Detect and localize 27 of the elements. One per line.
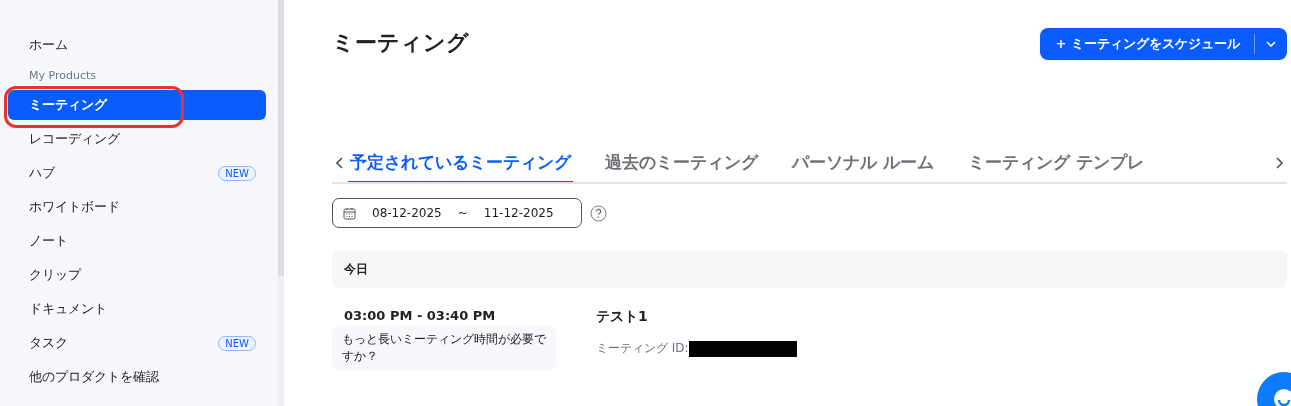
sidebar-item[interactable]: ホーム xyxy=(8,30,266,60)
meeting-time: 03:00 PM - 03:40 PM xyxy=(343,308,497,323)
meeting-title[interactable]: テスト1 xyxy=(596,308,797,326)
new-badge: NEW xyxy=(218,335,256,351)
tab[interactable]: 過去のミーティング xyxy=(603,144,760,182)
calendar-icon xyxy=(343,206,356,220)
tab[interactable]: 予定されているミーティング xyxy=(348,144,573,182)
schedule-button[interactable]: + ミーティングをスケジュール xyxy=(1039,28,1254,60)
sidebar-item[interactable]: 他のプロダクトを確認 xyxy=(8,362,266,392)
date-range-field[interactable]: 08-12-2025 ~ 11-12-2025 xyxy=(332,198,582,228)
help-icon[interactable] xyxy=(590,204,607,222)
sidebar-item[interactable]: タスク NEW xyxy=(8,328,266,358)
sidebar-item[interactable]: ミーティング xyxy=(8,90,266,120)
new-badge: NEW xyxy=(218,165,256,181)
upsell-prompt: もっと長いミーティング時間が必要ですか？ xyxy=(332,325,556,371)
sidebar-item[interactable]: クリップ xyxy=(8,260,266,290)
sidebar-item[interactable]: レコーディング xyxy=(8,124,266,154)
tab[interactable]: パーソナル ルーム xyxy=(790,144,936,182)
page-title: ミーティング xyxy=(332,29,469,57)
sidebar-item[interactable]: ホワイトボード xyxy=(8,192,266,222)
meeting-id-label: ミーティング ID: xyxy=(596,340,689,357)
sidebar-item[interactable]: ハブ NEW xyxy=(8,158,266,188)
sidebar-item[interactable]: ノート xyxy=(8,226,266,256)
tab[interactable]: ミーティング テンプレ xyxy=(965,144,1146,182)
day-header: 今日 xyxy=(332,250,1287,288)
sidebar-heading: My Products xyxy=(29,67,97,84)
sidebar-item[interactable]: ドキュメント xyxy=(8,294,266,324)
